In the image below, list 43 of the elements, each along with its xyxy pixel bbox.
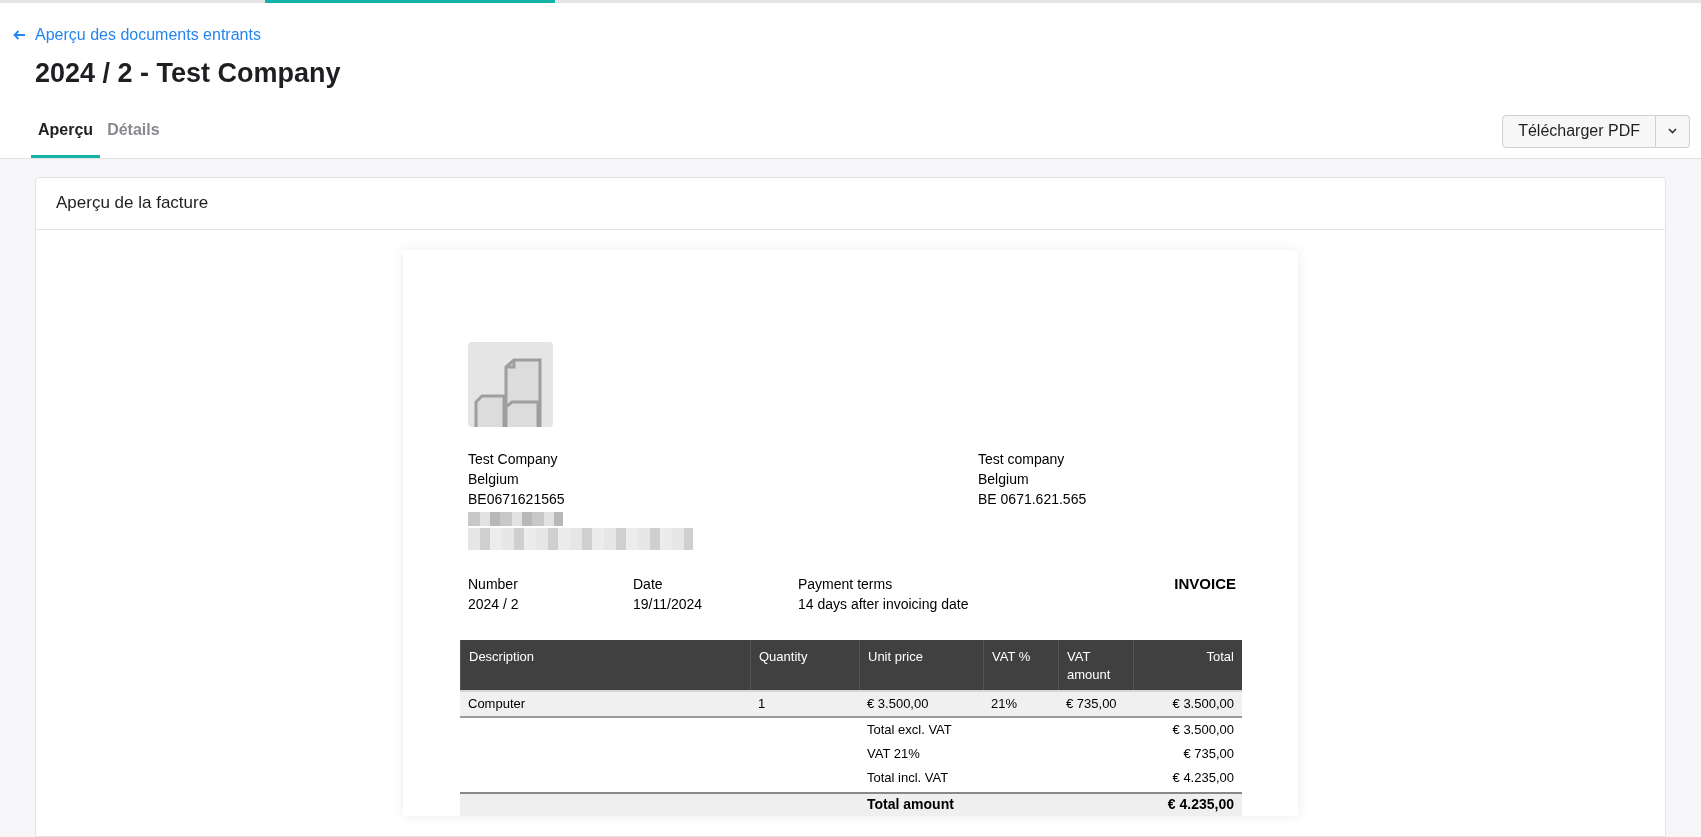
summary-label: VAT 21% (867, 745, 920, 761)
table-cell: € 3.500,00 (867, 695, 929, 711)
column-header: Description (469, 648, 535, 664)
document-type: INVOICE (1174, 573, 1236, 594)
building-icon (468, 341, 553, 427)
dropdown-button[interactable] (1656, 114, 1690, 148)
meta-value: 19/11/2024 (633, 594, 703, 614)
sender-line: BE0671621565 (468, 489, 565, 509)
summary-value: € 4.235,00 (1167, 796, 1234, 812)
sender-line: Belgium (468, 469, 519, 489)
meta-value: 14 days after invoicing date (798, 594, 969, 614)
summary-value: € 735,00 (1183, 745, 1234, 761)
recipient-line: BE 0671.621.565 (978, 489, 1087, 509)
back-link[interactable]: Aperçu des documents entrants (13, 23, 261, 47)
column-header: VAT % (992, 648, 1031, 664)
tab[interactable]: Aperçu (31, 111, 101, 158)
page-title: 2024 / 2 - Test Company (34, 57, 342, 90)
table-cell: € 735,00 (1066, 695, 1117, 711)
summary-label: Total excl. VAT (867, 721, 952, 737)
meta-value: 2024 / 2 (468, 594, 519, 614)
sender-line: Test Company (468, 449, 558, 469)
table-cell: Computer (468, 695, 526, 711)
summary-label: Total incl. VAT (867, 769, 949, 785)
table-cell: 1 (758, 695, 766, 711)
recipient-line: Test company (978, 449, 1065, 469)
summary-value: € 3.500,00 (1172, 721, 1234, 737)
caret-icon (1668, 128, 1677, 134)
table-cell: 21% (991, 695, 1018, 711)
meta-label: Number (468, 574, 518, 594)
summary-value: € 4.235,00 (1172, 769, 1234, 785)
card-title: Aperçu de la facture (56, 192, 209, 215)
table-cell: € 3.500,00 (1172, 695, 1234, 711)
meta-label: Date (633, 574, 663, 594)
meta-label: Payment terms (798, 574, 893, 594)
column-header: Total (1206, 648, 1234, 664)
arrow-left-icon (13, 30, 26, 40)
column-header: Unit price (868, 648, 923, 664)
summary-label: Total amount (867, 796, 954, 812)
column-header: Quantity (759, 648, 808, 664)
recipient-line: Belgium (978, 469, 1029, 489)
download-pdf-button[interactable]: Télécharger PDF (1502, 114, 1656, 148)
tab[interactable]: Détails (100, 111, 167, 158)
column-header: VAT amount (1067, 647, 1112, 684)
